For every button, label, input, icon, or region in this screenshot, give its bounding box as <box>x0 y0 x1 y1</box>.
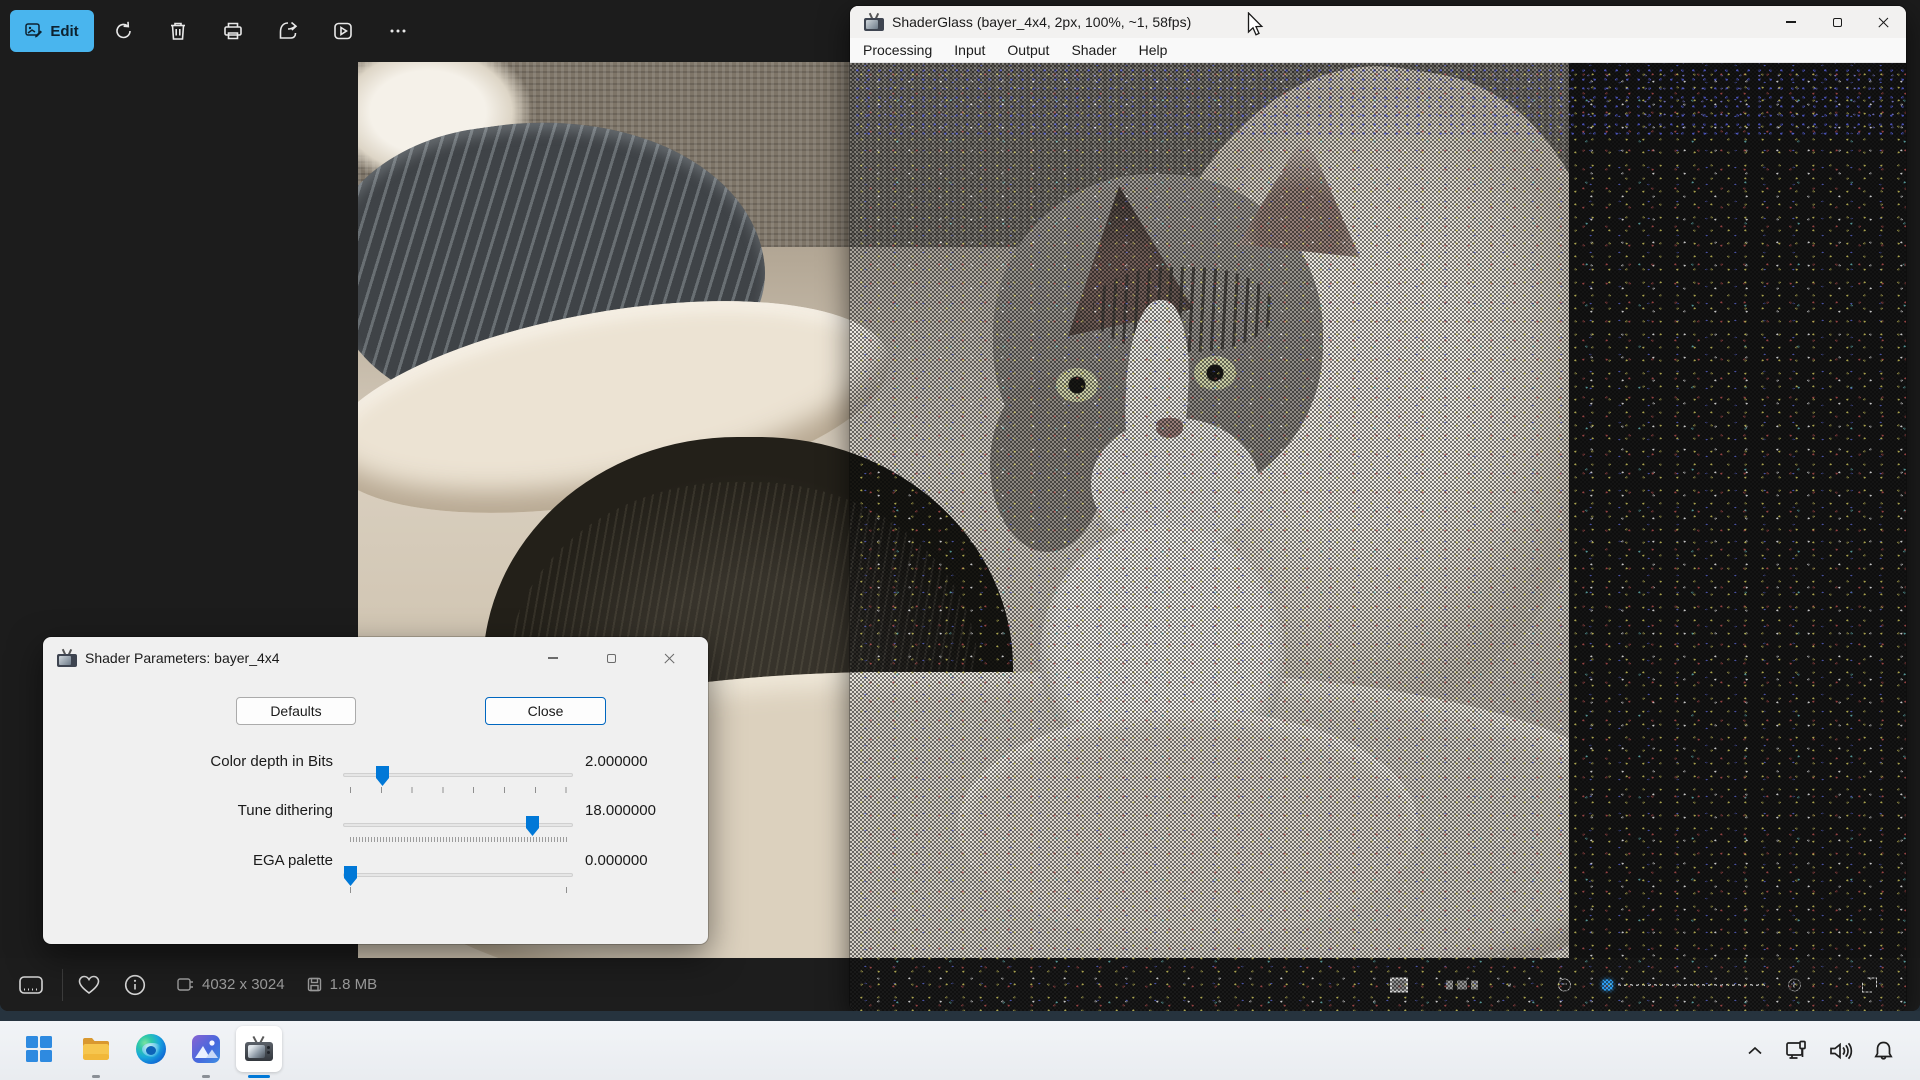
menu-input[interactable]: Input <box>943 40 996 60</box>
window-controls <box>1768 6 1906 38</box>
fullscreen-icon <box>1862 977 1877 992</box>
shaderglass-viewport <box>850 63 1906 1011</box>
windows-logo-icon <box>25 1035 53 1063</box>
zoom-slider-thumb <box>1602 979 1613 990</box>
slider-ticks-ends <box>350 887 567 893</box>
dialog-app-icon <box>57 650 77 667</box>
shaderglass-titlebar[interactable]: ShaderGlass (bayer_4x4, 2px, 100%, ~1, 5… <box>850 6 1906 38</box>
mouse-cursor <box>1247 12 1266 38</box>
info-icon[interactable] <box>115 974 155 996</box>
running-indicator <box>92 1075 100 1078</box>
edge-button[interactable] <box>128 1026 174 1072</box>
param-value-ega-palette: 0.000000 <box>585 852 648 869</box>
defaults-button-label: Defaults <box>270 703 321 719</box>
dialog-titlebar[interactable]: Shader Parameters: bayer_4x4 <box>43 637 708 679</box>
param-label-ega-palette: EGA palette <box>57 852 333 869</box>
zoom-in-icon <box>1788 978 1801 991</box>
image-dimensions: 4032 x 3024 <box>202 976 285 993</box>
zoom-out-icon <box>1558 978 1571 991</box>
share-icon[interactable] <box>266 9 310 53</box>
start-button[interactable] <box>16 1026 62 1072</box>
ega-palette-slider[interactable] <box>343 873 573 877</box>
slider-ticks <box>350 787 567 793</box>
taskbar <box>0 1021 1920 1080</box>
delete-icon[interactable] <box>156 9 200 53</box>
close-button[interactable] <box>1860 6 1906 38</box>
photos-button[interactable] <box>183 1026 229 1072</box>
notifications-bell-icon[interactable] <box>1873 1040 1894 1062</box>
close-button-label: Close <box>528 703 564 719</box>
edit-image-icon <box>25 22 43 40</box>
shaderglass-window: ShaderGlass (bayer_4x4, 2px, 100%, ~1, 5… <box>850 6 1906 1011</box>
edit-button[interactable]: Edit <box>10 10 94 52</box>
more-icon[interactable] <box>376 9 420 53</box>
tray-chevron-up-icon[interactable] <box>1745 1041 1765 1061</box>
shader-parameters-dialog: Shader Parameters: bayer_4x4 Defaults Cl… <box>43 637 708 944</box>
filmstrip-toggle-icon[interactable] <box>0 976 62 994</box>
dithered-capture <box>850 63 1906 1011</box>
zoom-percent-glyph <box>1457 980 1467 989</box>
separator-dot <box>1508 983 1511 986</box>
param-value-tune-dithering: 18.000000 <box>585 802 656 819</box>
menu-processing[interactable]: Processing <box>852 40 943 60</box>
color-depth-slider-thumb[interactable] <box>376 766 389 786</box>
dimensions-icon <box>177 977 194 992</box>
dialog-minimize-button[interactable] <box>524 642 582 674</box>
file-size: 1.8 MB <box>330 976 378 993</box>
color-depth-slider[interactable] <box>343 773 573 777</box>
shaderglass-window-title: ShaderGlass (bayer_4x4, 2px, 100%, ~1, 5… <box>892 14 1191 30</box>
display-hardware-icon[interactable] <box>1785 1040 1809 1062</box>
slideshow-icon[interactable] <box>321 9 365 53</box>
image-meta: 4032 x 3024 1.8 MB <box>177 976 377 993</box>
edge-icon <box>136 1034 166 1064</box>
dithered-dark-area <box>1569 63 1906 1011</box>
zoom-percent-glyph <box>1446 980 1453 989</box>
tune-dithering-slider[interactable] <box>343 823 573 827</box>
print-icon[interactable] <box>211 9 255 53</box>
active-running-indicator <box>248 1075 270 1078</box>
dialog-close-button[interactable] <box>640 642 698 674</box>
edit-button-label: Edit <box>50 23 78 40</box>
param-value-color-depth: 2.000000 <box>585 753 648 770</box>
param-label-tune-dithering: Tune dithering <box>57 802 333 819</box>
running-indicator <box>202 1075 210 1078</box>
file-explorer-icon <box>81 1036 111 1062</box>
rotate-icon[interactable] <box>102 9 146 53</box>
dithered-photo-scene <box>850 63 1569 958</box>
defaults-button[interactable]: Defaults <box>236 697 356 725</box>
maximize-button[interactable] <box>1814 6 1860 38</box>
ega-palette-slider-thumb[interactable] <box>344 866 357 886</box>
actual-size-icon <box>1390 977 1408 992</box>
desktop: Edit <box>0 0 1920 1080</box>
zoom-percent-glyph <box>1471 980 1478 989</box>
dialog-title: Shader Parameters: bayer_4x4 <box>85 650 280 666</box>
close-dialog-button[interactable]: Close <box>485 697 606 725</box>
slider-ticks-dense <box>350 837 567 842</box>
volume-icon[interactable] <box>1829 1041 1853 1061</box>
menu-shader[interactable]: Shader <box>1060 40 1127 60</box>
dialog-window-controls <box>524 642 698 674</box>
shaderglass-menubar: Processing Input Output Shader Help <box>850 38 1906 63</box>
minimize-button[interactable] <box>1768 6 1814 38</box>
file-explorer-button[interactable] <box>73 1026 119 1072</box>
dithered-photos-zoombar <box>850 958 1906 1011</box>
param-label-color-depth: Color depth in Bits <box>57 753 333 770</box>
dialog-maximize-button[interactable] <box>582 642 640 674</box>
menu-output[interactable]: Output <box>996 40 1060 60</box>
shaderglass-tv-icon <box>245 1037 273 1061</box>
zoom-slider-track <box>1618 984 1766 986</box>
favorite-heart-icon[interactable] <box>63 975 115 995</box>
shaderglass-taskbar-button[interactable] <box>236 1026 282 1072</box>
system-tray <box>1745 1021 1920 1080</box>
shaderglass-app-icon <box>864 14 884 31</box>
tune-dithering-slider-thumb[interactable] <box>526 816 539 836</box>
file-size-icon <box>307 977 322 992</box>
menu-help[interactable]: Help <box>1128 40 1179 60</box>
desktop-gap <box>0 1011 1920 1021</box>
photos-icon <box>191 1034 221 1064</box>
